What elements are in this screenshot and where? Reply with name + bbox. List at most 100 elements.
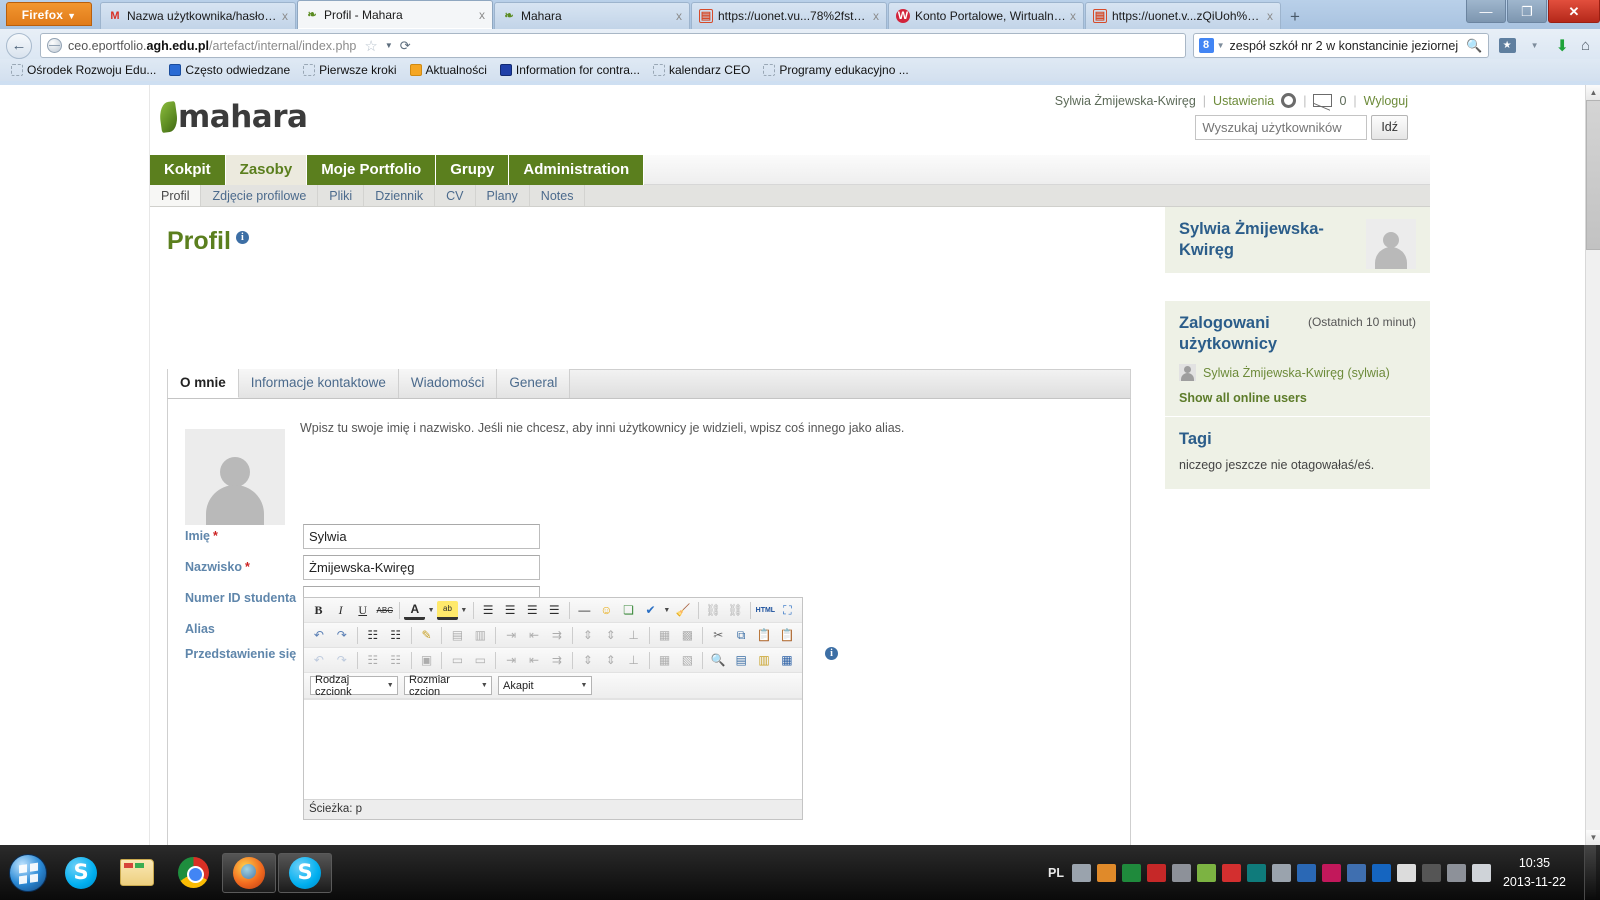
- kaspersky-icon[interactable]: [1221, 863, 1241, 882]
- network-error-icon[interactable]: [1421, 863, 1441, 882]
- imie-input[interactable]: [303, 523, 540, 549]
- printer-icon[interactable]: [1171, 863, 1191, 882]
- numbered-list-icon[interactable]: ☷: [385, 625, 407, 646]
- info-icon[interactable]: i: [235, 231, 249, 244]
- delete-col-icon[interactable]: ⊥: [623, 625, 645, 646]
- show-all-online-users-link[interactable]: Show all online users: [1179, 391, 1416, 405]
- redo-icon[interactable]: ↷: [331, 650, 353, 671]
- paste-text-icon[interactable]: ▤: [730, 650, 752, 671]
- back-button[interactable]: ←: [6, 32, 32, 59]
- table-row-icon[interactable]: ▭: [469, 650, 491, 671]
- horizontal-rule-icon[interactable]: —: [574, 600, 595, 621]
- chevron-down-icon[interactable]: ▼: [662, 607, 672, 614]
- close-icon[interactable]: x: [1067, 9, 1079, 23]
- network-app-icon[interactable]: [1296, 863, 1316, 882]
- align-left-icon[interactable]: ☰: [478, 600, 499, 621]
- close-icon[interactable]: x: [279, 9, 291, 23]
- network-icon[interactable]: [1446, 863, 1466, 882]
- undo-icon[interactable]: ↶: [308, 625, 330, 646]
- nav-item-grupy[interactable]: Grupy: [436, 155, 510, 185]
- search-replace-icon[interactable]: 🔍: [707, 650, 729, 671]
- outdent-icon[interactable]: ⇥: [500, 650, 522, 671]
- new-tab-button[interactable]: +: [1282, 7, 1308, 29]
- minimize-button[interactable]: —: [1466, 0, 1506, 23]
- bookmark-item[interactable]: Często odwiedzane: [164, 62, 295, 78]
- paste-icon[interactable]: 📋: [753, 625, 775, 646]
- bookmark-item[interactable]: Pierwsze kroki: [298, 62, 401, 78]
- firefox-menu-button[interactable]: Firefox ▼: [6, 2, 92, 26]
- home-icon[interactable]: ⌂: [1581, 37, 1590, 54]
- bookmark-item[interactable]: Ośrodek Rozwoju Edu...: [6, 62, 161, 78]
- taskbar-firefox-window[interactable]: [222, 852, 276, 893]
- indent-icon[interactable]: ⇤: [523, 650, 545, 671]
- show-desktop-button[interactable]: [1584, 845, 1596, 900]
- media-icon[interactable]: [1346, 863, 1366, 882]
- user-search-input[interactable]: [1195, 115, 1368, 140]
- avatar[interactable]: [1366, 219, 1416, 269]
- row-props-icon[interactable]: ⇕: [577, 625, 599, 646]
- bookmark-star-icon[interactable]: ☆: [364, 37, 377, 55]
- edit-icon[interactable]: ▣: [416, 650, 438, 671]
- numbered-list-icon[interactable]: ☷: [385, 650, 407, 671]
- browser-tab[interactable]: W Konto Portalowe, Wirtualna Pols... x: [888, 2, 1084, 29]
- insert-col-icon[interactable]: ▦: [776, 650, 798, 671]
- chevron-down-icon[interactable]: ▼: [459, 607, 469, 614]
- underline-icon[interactable]: U: [352, 600, 373, 621]
- insert-table-icon[interactable]: ▦: [654, 625, 676, 646]
- merge-cells-icon[interactable]: ⇉: [546, 625, 568, 646]
- delete-row-icon[interactable]: ⊥: [623, 650, 645, 671]
- insert-row-icon[interactable]: ⇕: [577, 650, 599, 671]
- browser-tab[interactable]: ▤ https://uonet.v...zQiUoh%252bBBf x: [1085, 2, 1281, 29]
- acrobat-icon[interactable]: [1146, 863, 1166, 882]
- merge-cells-icon[interactable]: ⇉: [546, 650, 568, 671]
- gear-icon[interactable]: [1281, 93, 1297, 108]
- bookmark-item[interactable]: Aktualności: [405, 62, 492, 78]
- search-bar[interactable]: 8 ▼ zespół szkół nr 2 w konstancinie jez…: [1192, 33, 1489, 58]
- volume-icon[interactable]: [1471, 863, 1491, 882]
- fullscreen-icon[interactable]: ⛶: [777, 600, 798, 621]
- browser-tab[interactable]: ❧ Mahara x: [494, 2, 690, 29]
- background-color-icon[interactable]: ab: [436, 600, 458, 620]
- bookmark-item[interactable]: Information for contra...: [495, 62, 645, 78]
- insert-image-icon[interactable]: ❏: [618, 600, 639, 621]
- table-cell-icon[interactable]: ▥: [469, 625, 491, 646]
- tab-informacje-kontaktowe[interactable]: Informacje kontaktowe: [238, 369, 399, 398]
- close-window-button[interactable]: ✕: [1548, 0, 1600, 23]
- redo-icon[interactable]: ↷: [331, 625, 353, 646]
- chevron-down-icon[interactable]: ▼: [385, 41, 393, 50]
- emoticon-icon[interactable]: ☺: [596, 600, 617, 621]
- sync-icon[interactable]: [1096, 863, 1116, 882]
- copy-icon[interactable]: ⧉: [730, 625, 752, 646]
- subnav-item-pliki[interactable]: Pliki: [318, 185, 365, 206]
- close-icon[interactable]: x: [870, 9, 882, 23]
- info-icon[interactable]: i: [825, 647, 838, 660]
- outdent-icon[interactable]: ⇥: [500, 625, 522, 646]
- cleanup-icon[interactable]: 🧹: [673, 600, 694, 621]
- font-size-select[interactable]: Rozmiar czcion ▼: [404, 674, 492, 698]
- chevron-down-icon[interactable]: ▼: [1217, 41, 1225, 50]
- keyboard-icon[interactable]: [1071, 863, 1091, 882]
- editor-content-area[interactable]: [304, 699, 802, 799]
- table-cell-icon[interactable]: ▭: [446, 650, 468, 671]
- close-icon[interactable]: x: [1264, 9, 1276, 23]
- table-row-icon[interactable]: ▤: [446, 625, 468, 646]
- restore-button[interactable]: ❐: [1507, 0, 1547, 23]
- paste-word-icon[interactable]: 📋: [776, 625, 798, 646]
- text-color-icon[interactable]: A: [404, 601, 426, 620]
- subnav-item-notes[interactable]: Notes: [530, 185, 586, 206]
- browser-tab[interactable]: ▤ https://uonet.vu...78%2fstart.aspx x: [691, 2, 887, 29]
- insert-table-icon[interactable]: ▦: [654, 650, 676, 671]
- strikethrough-icon[interactable]: ABC: [374, 600, 395, 621]
- tab-general[interactable]: General: [497, 369, 571, 398]
- scroll-down-icon[interactable]: ▼: [1586, 830, 1600, 845]
- online-user-item[interactable]: Sylwia Żmijewska-Kwiręg (sylwia): [1179, 364, 1416, 382]
- subnav-item-dziennik[interactable]: Dziennik: [364, 185, 436, 206]
- monitor-icon[interactable]: [1121, 863, 1141, 882]
- taskbar-explorer-icon[interactable]: [109, 852, 165, 894]
- indent-icon[interactable]: ⇤: [523, 625, 545, 646]
- chevron-down-icon[interactable]: ▼: [426, 607, 436, 614]
- search-icon[interactable]: 🔍: [1466, 38, 1482, 54]
- bold-icon[interactable]: B: [308, 600, 329, 621]
- opera-icon[interactable]: [1321, 863, 1341, 882]
- downloads-icon[interactable]: ⬇: [1556, 36, 1569, 56]
